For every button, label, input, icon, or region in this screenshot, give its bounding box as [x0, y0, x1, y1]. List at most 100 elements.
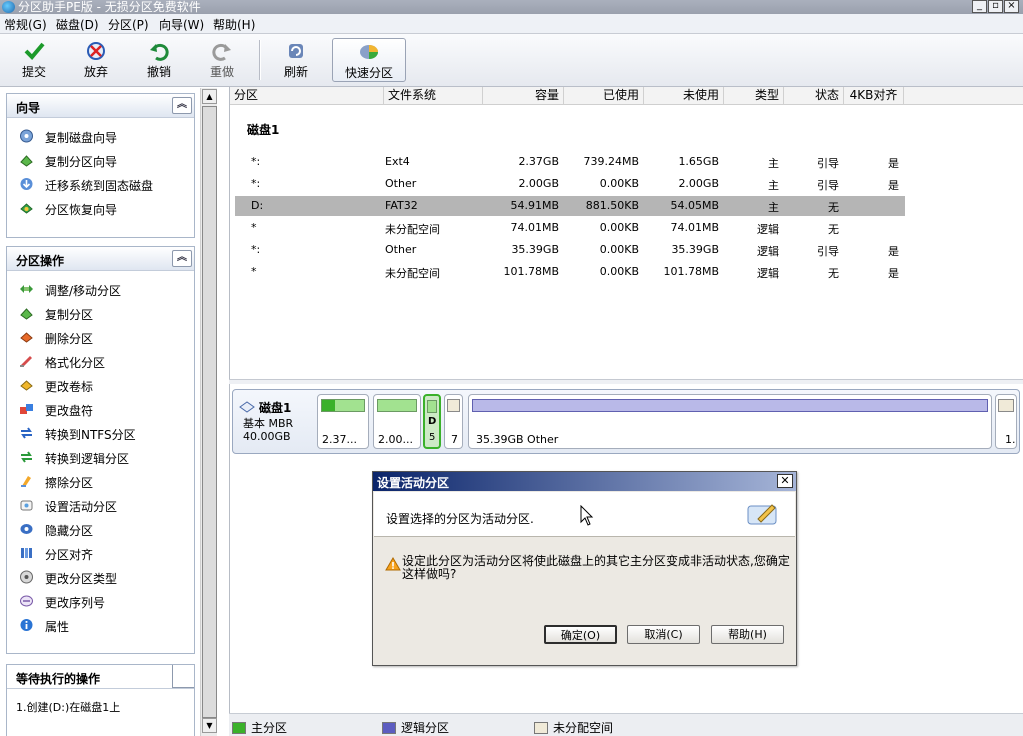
cell-filesystem: Ext4 — [385, 155, 410, 168]
cancel-button[interactable]: 取消(C) — [627, 625, 700, 644]
op-set-active[interactable]: 设置活动分区 — [7, 494, 194, 518]
cell-used: 0.00KB — [599, 243, 639, 256]
change-type-icon — [20, 570, 33, 584]
refresh-button[interactable]: 刷新 — [268, 38, 324, 82]
scroll-up-button[interactable]: ▲ — [202, 89, 217, 104]
disk-map: 磁盘1 基本 MBR 40.00GB 2.37... 2.00... D 5 7… — [232, 389, 1020, 454]
op-item-label: 调整/移动分区 — [45, 284, 122, 298]
cell-type: 主 — [768, 179, 779, 192]
op-resize-move[interactable]: 调整/移动分区 — [7, 278, 194, 302]
legend-logical: 逻辑分区 — [382, 719, 449, 736]
discard-button[interactable]: 放弃 — [68, 38, 124, 82]
minimize-button[interactable]: _ — [972, 0, 987, 13]
wizard-partition-recovery[interactable]: 分区恢复向导 — [7, 197, 194, 221]
resize-move-icon — [20, 285, 33, 293]
ops-collapse-button[interactable]: ︽ — [172, 250, 192, 267]
cell-filesystem: 未分配空间 — [385, 223, 440, 236]
op-item-label: 隐藏分区 — [45, 524, 94, 538]
op-item-label: 设置活动分区 — [45, 500, 118, 514]
table-row-selected[interactable]: D: FAT32 54.91MB 881.50KB 54.05MB 主 无 — [235, 196, 905, 216]
pane-splitter[interactable] — [229, 379, 1023, 384]
cell-used: 0.00KB — [599, 177, 639, 190]
op-item-label: 转换到逻辑分区 — [45, 452, 130, 466]
table-row[interactable]: * 未分配空间 74.01MB 0.00KB 74.01MB 逻辑 无 — [235, 218, 905, 238]
col-capacity[interactable]: 容量 — [483, 87, 564, 105]
redo-button[interactable]: 重做 — [194, 38, 250, 82]
cell-free: 35.39GB — [671, 243, 719, 256]
toolbar-separator — [259, 40, 261, 80]
op-change-label[interactable]: 更改卷标 — [7, 374, 194, 398]
wizard-item-label: 迁移系统到固态磁盘 — [45, 179, 154, 193]
col-type[interactable]: 类型 — [724, 87, 784, 105]
scroll-down-button[interactable]: ▼ — [202, 718, 217, 733]
disk-block-6[interactable]: 1. — [995, 394, 1017, 449]
col-free[interactable]: 未使用 — [644, 87, 724, 105]
pending-collapse-button[interactable] — [172, 665, 194, 688]
dialog-close-button[interactable]: ✕ — [777, 474, 793, 488]
table-row[interactable]: * 未分配空间 101.78MB 0.00KB 101.78MB 逻辑 无 是 — [235, 262, 905, 282]
col-filesystem[interactable]: 文件系统 — [384, 87, 483, 105]
disk-icon — [239, 401, 255, 413]
op-item-label: 更改序列号 — [45, 596, 106, 610]
hide-partition-icon — [20, 524, 33, 534]
disk-block-5[interactable]: 35.39GB Other — [468, 394, 992, 449]
undo-button[interactable]: 撤销 — [131, 38, 187, 82]
op-properties[interactable]: 属性 — [7, 614, 194, 638]
col-partition[interactable]: 分区 — [230, 87, 384, 105]
disk-block-4[interactable]: 7 — [444, 394, 463, 449]
quick-partition-label: 快速分区 — [344, 66, 393, 80]
col-status[interactable]: 状态 — [784, 87, 844, 105]
disk-info[interactable]: 磁盘1 基本 MBR 40.00GB — [239, 399, 321, 449]
help-button[interactable]: 帮助(H) — [711, 625, 784, 644]
op-change-type[interactable]: 更改分区类型 — [7, 566, 194, 590]
partition-usage-bar — [321, 399, 365, 412]
cell-capacity: 54.91MB — [510, 199, 559, 212]
col-used[interactable]: 已使用 — [564, 87, 644, 105]
window-title: 分区助手PE版 - 无损分区免费软件 — [18, 0, 201, 14]
op-wipe-partition[interactable]: 擦除分区 — [7, 470, 194, 494]
disk-block-2[interactable]: 2.00... — [373, 394, 421, 449]
op-delete-partition[interactable]: 删除分区 — [7, 326, 194, 350]
scroll-thumb[interactable] — [202, 106, 217, 718]
op-align-partition[interactable]: 分区对齐 — [7, 542, 194, 566]
table-row[interactable]: *: Ext4 2.37GB 739.24MB 1.65GB 主 引导 是 — [235, 152, 905, 172]
close-window-button[interactable]: × — [1004, 0, 1019, 13]
change-label-icon — [20, 380, 33, 391]
menu-general[interactable]: 常规(G) — [4, 16, 47, 33]
commit-button[interactable]: 提交 — [6, 38, 62, 82]
ok-button[interactable]: 确定(O) — [544, 625, 617, 644]
op-hide-partition[interactable]: 隐藏分区 — [7, 518, 194, 542]
wizard-copy-disk[interactable]: 复制磁盘向导 — [7, 125, 194, 149]
set-active-icon — [20, 500, 33, 511]
wizard-collapse-button[interactable]: ︽ — [172, 97, 192, 114]
table-row[interactable]: *: Other 35.39GB 0.00KB 35.39GB 逻辑 引导 是 — [235, 240, 905, 260]
dialog-warning-text: 设定此分区为活动分区将使此磁盘上的其它主分区变成非活动状态,您确定这样做吗? — [402, 554, 790, 581]
menu-wizard[interactable]: 向导(W) — [159, 16, 204, 33]
op-change-letter[interactable]: 更改盘符 — [7, 398, 194, 422]
maximize-button[interactable]: ▫ — [988, 0, 1003, 13]
disk-block-3-selected[interactable]: D 5 — [423, 394, 441, 449]
op-convert-ntfs[interactable]: 转换到NTFS分区 — [7, 422, 194, 446]
table-row[interactable]: *: Other 2.00GB 0.00KB 2.00GB 主 引导 是 — [235, 174, 905, 194]
cell-type: 逻辑 — [757, 267, 779, 280]
wizard-copy-partition[interactable]: 复制分区向导 — [7, 149, 194, 173]
left-pane-scrollbar[interactable]: ▲ ▼ — [200, 88, 217, 736]
cell-type: 主 — [768, 157, 779, 170]
op-format-partition[interactable]: 格式化分区 — [7, 350, 194, 374]
op-change-serial[interactable]: 更改序列号 — [7, 590, 194, 614]
op-item-label: 删除分区 — [45, 332, 94, 346]
pending-panel-header: 等待执行的操作 — [7, 665, 194, 689]
edit-partition-icon — [747, 504, 777, 525]
menu-partition[interactable]: 分区(P) — [108, 16, 149, 33]
cell-free: 2.00GB — [678, 177, 719, 190]
op-convert-logical[interactable]: 转换到逻辑分区 — [7, 446, 194, 470]
copy-disk-icon — [20, 129, 33, 143]
quick-partition-button[interactable]: 快速分区 — [332, 38, 406, 82]
disk-block-1[interactable]: 2.37... — [317, 394, 369, 449]
menu-disk[interactable]: 磁盘(D) — [56, 16, 99, 33]
logical-swatch — [382, 722, 396, 734]
op-copy-partition[interactable]: 复制分区 — [7, 302, 194, 326]
wizard-migrate-ssd[interactable]: 迁移系统到固态磁盘 — [7, 173, 194, 197]
menu-help[interactable]: 帮助(H) — [213, 16, 255, 33]
col-4k-align[interactable]: 4KB对齐 — [844, 87, 904, 105]
